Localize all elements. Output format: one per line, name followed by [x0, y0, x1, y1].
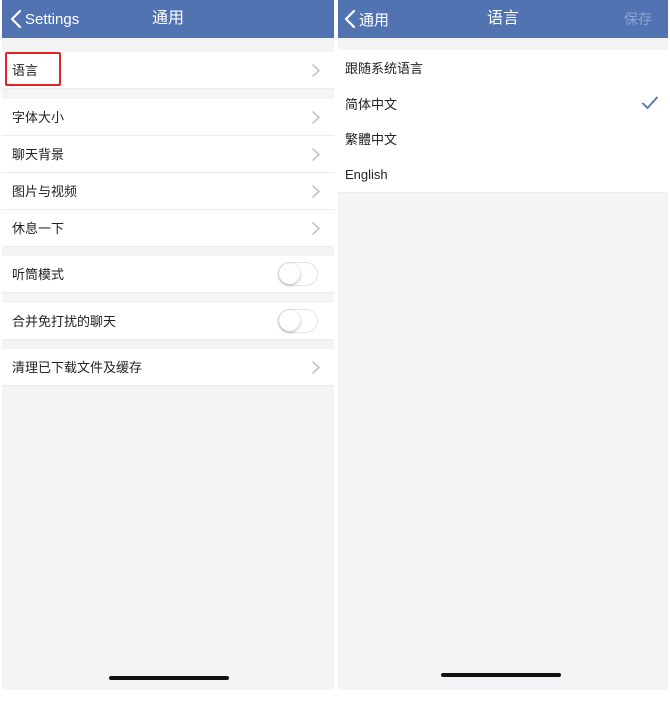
settings-row-merge-muted-chats: 合并免打扰的聊天 [2, 303, 334, 340]
settings-row-chat-background[interactable]: 聊天背景 [2, 136, 334, 173]
chevron-right-icon [312, 361, 320, 374]
option-label: 繁體中文 [345, 132, 398, 147]
back-button[interactable]: 通用 [344, 0, 389, 38]
row-label: 聊天背景 [12, 147, 65, 162]
language-option-follow-system[interactable]: 跟随系统语言 [338, 50, 668, 87]
row-label: 听筒模式 [12, 267, 65, 282]
earpiece-mode-toggle[interactable] [278, 262, 318, 286]
home-indicator [109, 676, 229, 680]
settings-row-clear-cache[interactable]: 清理已下载文件及缓存 [2, 349, 334, 386]
settings-row-font-size[interactable]: 字体大小 [2, 99, 334, 136]
settings-row-photos-videos[interactable]: 图片与视频 [2, 173, 334, 210]
back-label: Settings [25, 10, 80, 28]
chevron-left-icon [344, 10, 356, 28]
option-label: 跟随系统语言 [345, 61, 424, 76]
merge-muted-chats-toggle[interactable] [278, 309, 318, 333]
row-label: 语言 [12, 63, 39, 78]
option-label: English [345, 167, 388, 182]
checkmark-icon [642, 96, 658, 110]
row-label: 字体大小 [12, 110, 65, 125]
settings-row-take-a-break[interactable]: 休息一下 [2, 210, 334, 247]
row-label: 休息一下 [12, 221, 65, 236]
home-indicator [441, 673, 561, 677]
navbar: Settings 通用 [2, 0, 334, 38]
general-settings-screen: Settings 通用 语言 字体大小 聊天背景 图片与视频 休息一下 听筒模式… [2, 0, 334, 690]
chevron-right-icon [312, 148, 320, 161]
chevron-left-icon [10, 10, 22, 28]
language-option-english[interactable]: English [338, 156, 668, 193]
settings-row-language[interactable]: 语言 [2, 52, 334, 89]
language-option-traditional-chinese[interactable]: 繁體中文 [338, 121, 668, 158]
chevron-right-icon [312, 222, 320, 235]
chevron-right-icon [312, 111, 320, 124]
row-label: 合并免打扰的聊天 [12, 314, 117, 329]
back-button[interactable]: Settings [10, 0, 79, 38]
back-label: 通用 [359, 11, 390, 29]
language-settings-screen: 通用 语言 保存 跟随系统语言 简体中文 繁體中文 English [338, 0, 668, 690]
chevron-right-icon [312, 185, 320, 198]
option-label: 简体中文 [345, 97, 398, 112]
settings-row-earpiece-mode: 听筒模式 [2, 256, 334, 293]
navbar: 通用 语言 保存 [338, 0, 668, 38]
language-option-simplified-chinese[interactable]: 简体中文 [338, 86, 668, 123]
toggle-knob [279, 310, 300, 331]
toggle-knob [279, 263, 300, 284]
chevron-right-icon [312, 64, 320, 77]
row-label: 图片与视频 [12, 184, 78, 199]
row-label: 清理已下载文件及缓存 [12, 360, 143, 375]
save-button[interactable]: 保存 [624, 0, 652, 38]
